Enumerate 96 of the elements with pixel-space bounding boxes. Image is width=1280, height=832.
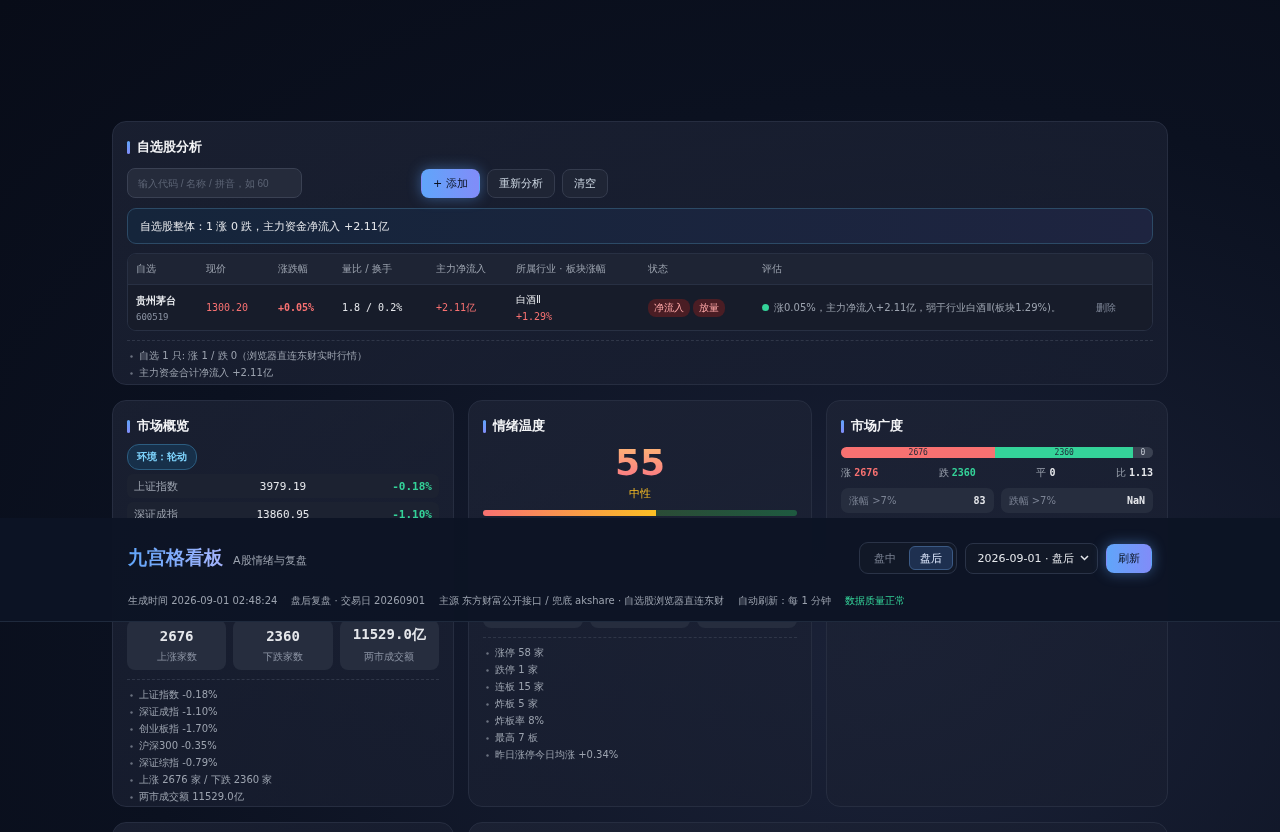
add-button[interactable]: + 添加 xyxy=(421,168,480,198)
action-button[interactable]: 重新分析 xyxy=(486,168,555,198)
chevron-icon xyxy=(1080,555,1089,561)
stat-label: 上涨家数 xyxy=(156,650,197,664)
bullet-icon xyxy=(130,371,133,375)
column-header: 涨跌幅 xyxy=(278,262,309,276)
column-header: 现价 xyxy=(206,262,227,276)
action-button[interactable]: 清空 xyxy=(561,168,608,198)
stat-value: 2676 xyxy=(159,628,194,644)
tile-value: NaN xyxy=(1126,495,1145,506)
mode-tab[interactable]: 盘后 xyxy=(908,546,953,570)
note-text: 炸板 5 家 xyxy=(495,697,538,711)
note-text: 两市成交额 11529.0亿 xyxy=(139,790,244,804)
column-header: 自选 xyxy=(136,262,157,276)
note-text: 深证综指 -0.79% xyxy=(139,756,218,770)
index-change: -0.18% xyxy=(391,479,432,493)
summary-banner: 自选股整体：1 涨 0 跌，主力资金净流入 +2.11亿 xyxy=(127,208,1153,244)
table-cell-text: 白酒Ⅱ xyxy=(516,293,542,307)
stat-label: 下跌家数 xyxy=(263,650,303,664)
bullet-icon xyxy=(486,702,489,706)
note-text: 创业板指 -1.70% xyxy=(139,722,218,736)
bullet-icon xyxy=(486,719,489,723)
note-text: 连板 15 家 xyxy=(495,680,545,694)
environment-badge: 环境：轮动 xyxy=(127,444,197,470)
card-title: 自选股分析 xyxy=(137,138,202,156)
mode-tab[interactable]: 盘中 xyxy=(862,546,907,570)
stock-name: 贵州茅台 xyxy=(136,293,177,308)
note-text: 自选 1 只: 涨 1 / 跌 0（浏览器直连东财实时行情） xyxy=(139,349,368,363)
breadth-segment: 2360 xyxy=(995,447,1133,458)
meta-text: 生成时间 2026-09-01 02:48:24 xyxy=(128,594,278,608)
column-header: 评估 xyxy=(762,262,783,276)
breadth-stat: 涨 2676 xyxy=(841,466,879,480)
date-select[interactable]: 2026-09-01 · 盘后 xyxy=(964,542,1098,574)
note-text: 上涨 2676 家 / 下跌 2360 家 xyxy=(139,773,273,787)
stock-code: 600519 xyxy=(136,311,170,322)
bullet-icon xyxy=(486,651,489,655)
refresh-button[interactable]: 刷新 xyxy=(1106,543,1152,573)
column-header: 量比 / 换手 xyxy=(342,262,393,276)
note-text: 主力资金合计净流入 +2.11亿 xyxy=(139,366,273,380)
breadth-segment: 0 xyxy=(1133,447,1153,458)
card-title: 市场广度 xyxy=(851,417,903,435)
breadth-segment: 2676 xyxy=(841,447,996,458)
bullet-icon xyxy=(486,668,489,672)
table-cell-text: 1.8 / 0.2% xyxy=(342,302,404,313)
note-text: 昨日涨停今日均涨 +0.34% xyxy=(495,748,619,762)
column-header: 主力净流入 xyxy=(436,262,487,276)
breadth-stat: 比 1.13 xyxy=(1115,466,1153,480)
bullet-icon xyxy=(486,685,489,689)
status-tag: 放量 xyxy=(693,298,725,317)
table-cell-text: +1.29% xyxy=(516,311,554,322)
bullet-icon xyxy=(486,753,489,757)
bullet-icon xyxy=(130,354,133,358)
stat-label: 两市成交额 xyxy=(364,650,415,664)
bullet-icon xyxy=(130,693,133,697)
index-change: -1.10% xyxy=(391,507,432,521)
table-cell-text: +0.05% xyxy=(278,302,316,313)
index-value: 13860.95 xyxy=(255,507,311,521)
table-cell-text: +2.11亿 xyxy=(436,300,478,315)
tile-label: 跌幅 >7% xyxy=(1008,493,1056,508)
meta-text: 自动刷新：每 1 分钟 xyxy=(738,594,831,608)
breadth-stat: 跌 2360 xyxy=(938,466,976,480)
bullet-icon xyxy=(130,795,133,799)
column-header: 所属行业 · 板块涨幅 xyxy=(516,262,607,276)
bullet-icon xyxy=(130,778,133,782)
card-title: 市场概览 xyxy=(137,417,189,435)
assessment-text: 涨0.05%，主力净流入+2.11亿，弱于行业白酒Ⅱ(板块1.29%)。 xyxy=(774,300,1061,315)
bullet-icon xyxy=(130,727,133,731)
column-header: 状态 xyxy=(648,262,669,276)
note-text: 上证指数 -0.18% xyxy=(139,688,218,702)
stat-value: 2360 xyxy=(266,628,300,644)
breadth-stat: 平 0 xyxy=(1036,466,1056,480)
delete-link[interactable]: 删除 xyxy=(1096,300,1152,315)
note-text: 沪深300 -0.35% xyxy=(139,739,217,753)
meta-text: 盘后复盘 · 交易日 20260901 xyxy=(291,594,425,608)
bullet-icon xyxy=(130,761,133,765)
index-name: 上证指数 xyxy=(134,478,179,494)
index-value: 3979.19 xyxy=(258,479,308,493)
stat-value: 11529.0亿 xyxy=(352,626,426,644)
card-title: 情绪温度 xyxy=(493,417,545,435)
bullet-icon xyxy=(130,710,133,714)
app-subtitle: A股情绪与复盘 xyxy=(233,554,307,567)
tile-value: 83 xyxy=(973,495,986,506)
bullet-icon xyxy=(486,736,489,740)
sentiment-label: 中性 xyxy=(628,486,652,501)
note-text: 深证成指 -1.10% xyxy=(139,705,218,719)
note-text: 跌停 1 家 xyxy=(495,663,538,677)
table-cell-text: 1300.20 xyxy=(206,302,250,313)
note-text: 炸板率 8% xyxy=(495,714,545,728)
note-text: 最高 7 板 xyxy=(495,731,538,745)
tile-label: 涨幅 >7% xyxy=(849,493,897,508)
status-tag: 净流入 xyxy=(648,298,690,317)
meta-text: 数据质量正常 xyxy=(845,594,905,608)
note-text: 涨停 58 家 xyxy=(495,646,545,660)
meta-text: 主源 东方财富公开接口 / 兜底 akshare · 自选股浏览器直连东财 xyxy=(439,594,725,608)
bullet-icon xyxy=(130,744,133,748)
app-title: 九宫格看板 xyxy=(128,546,223,568)
